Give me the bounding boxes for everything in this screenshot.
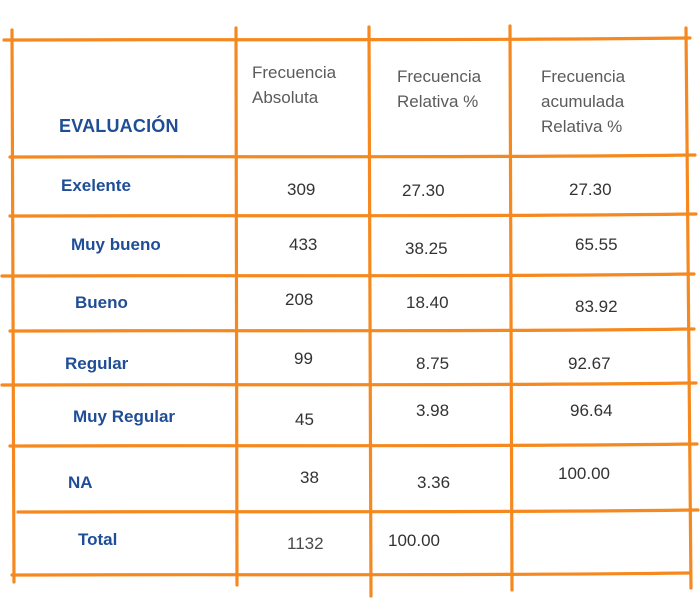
row-absolute: 38 bbox=[300, 468, 319, 487]
row-relative: 38.25 bbox=[405, 239, 448, 258]
row-relative: 3.98 bbox=[416, 401, 450, 420]
row-label: Muy Regular bbox=[73, 407, 176, 426]
header-abs-line2: Absoluta bbox=[252, 88, 319, 107]
grid-hline-2 bbox=[8, 212, 698, 218]
row-relative: 8.75 bbox=[416, 354, 450, 373]
grid-hline-1 bbox=[8, 153, 697, 159]
row-absolute: 45 bbox=[295, 410, 314, 429]
total-absolute: 1132 bbox=[287, 534, 324, 553]
header-acc-line1: Frecuencia bbox=[541, 67, 626, 86]
row-label: Exelente bbox=[61, 176, 131, 195]
row-cumulative: 83.92 bbox=[575, 297, 618, 316]
grid-hline-top bbox=[2, 36, 692, 42]
grid-hline-4 bbox=[8, 327, 696, 333]
grid-hline-5 bbox=[0, 381, 698, 387]
row-absolute: 309 bbox=[287, 180, 316, 199]
grid-vline-right bbox=[684, 26, 693, 590]
header-abs-line1: Frecuencia bbox=[252, 63, 337, 82]
header-frecuencia-acumulada: Frecuencia acumulada Relativa % bbox=[541, 64, 625, 139]
grid-vline-1 bbox=[234, 26, 239, 587]
row-relative: 3.36 bbox=[417, 473, 451, 492]
header-rel-line2: Relativa % bbox=[397, 92, 479, 111]
row-absolute: 433 bbox=[289, 235, 318, 254]
row-absolute: 208 bbox=[285, 290, 314, 309]
header-rel-line1: Frecuencia bbox=[397, 67, 482, 86]
grid-hline-6 bbox=[8, 442, 699, 448]
row-absolute: 99 bbox=[294, 349, 313, 368]
header-acc-line3: Relativa % bbox=[541, 117, 623, 136]
grid-hline-bottom bbox=[10, 571, 692, 577]
grid-hline-7 bbox=[16, 508, 700, 514]
row-cumulative: 92.67 bbox=[568, 354, 611, 373]
grid-vline-left bbox=[10, 28, 16, 584]
row-label: Muy bueno bbox=[71, 235, 161, 254]
row-label: NA bbox=[68, 473, 93, 492]
row-cumulative: 27.30 bbox=[569, 180, 612, 199]
row-label: Regular bbox=[65, 354, 129, 373]
total-relative: 100.00 bbox=[388, 531, 440, 550]
row-relative: 27.30 bbox=[402, 181, 445, 200]
row-cumulative: 96.64 bbox=[570, 401, 613, 420]
header-acc-line2: acumulada bbox=[541, 92, 625, 111]
row-relative: 18.40 bbox=[406, 293, 449, 312]
grid-hline-3 bbox=[0, 272, 696, 278]
grid-vline-3 bbox=[508, 24, 514, 592]
header-frecuencia-relativa: Frecuencia Relativa % bbox=[397, 64, 481, 114]
header-evaluacion: EVALUACIÓN bbox=[59, 116, 179, 136]
row-cumulative: 100.00 bbox=[558, 464, 610, 483]
total-label: Total bbox=[78, 530, 118, 549]
row-cumulative: 65.55 bbox=[575, 235, 618, 254]
header-frecuencia-absoluta: Frecuencia Absoluta bbox=[252, 60, 336, 110]
row-label: Bueno bbox=[75, 293, 128, 312]
